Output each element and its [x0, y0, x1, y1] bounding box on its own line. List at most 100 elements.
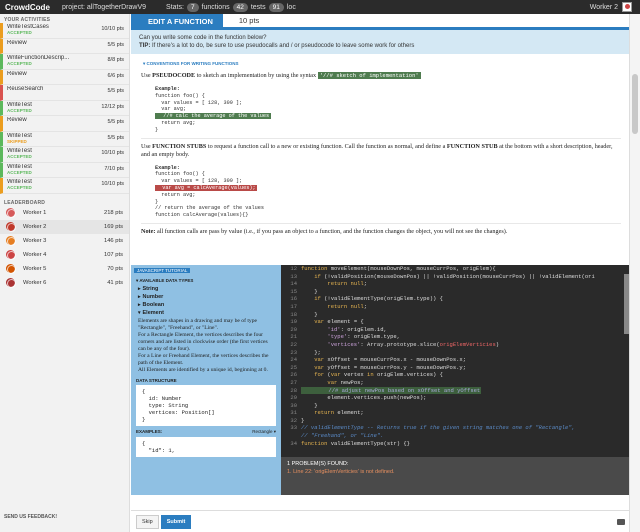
- activity-item[interactable]: WriteTest SKIPPED 5/5 pts: [0, 131, 129, 147]
- task-header: EDIT A FUNCTION 10 pts: [131, 14, 629, 30]
- activity-item[interactable]: WriteTestCases ACCEPTED 10/10 pts: [0, 23, 129, 39]
- conventions-title[interactable]: ▾ CONVENTIONS FOR WRITING FUNCTIONS: [131, 54, 629, 67]
- activity-points: 7/10 pts: [104, 165, 124, 172]
- line-number: 31: [290, 409, 297, 417]
- editor-line: 24 var xOffset = mouseCurrPos.x - mouseD…: [281, 356, 629, 364]
- line-code: // "Freehand", or "Line".: [301, 432, 384, 440]
- leaderboard-row[interactable]: Worker 6 41 pts: [0, 276, 129, 290]
- task-tip: TIP: If there's a lot to do, be sure to …: [139, 42, 621, 50]
- data-type-item[interactable]: ▸ String: [138, 286, 278, 292]
- line-code: return null;: [327, 280, 368, 288]
- element-desc-1: Elements are shapes in a drawing and may…: [138, 318, 257, 331]
- leaderboard-row[interactable]: Worker 4 107 pts: [0, 248, 129, 262]
- line-code: element.vertices.push(newPos);: [301, 394, 427, 402]
- activity-item[interactable]: WriteTest ACCEPTED 7/10 pts: [0, 162, 129, 178]
- functions-count-badge: 7: [186, 2, 199, 12]
- page-scrollbar[interactable]: [629, 14, 640, 532]
- editor-line: 21 'type': origElem.type,: [281, 333, 629, 341]
- activities-title: YOUR ACTIVITIES: [4, 17, 51, 23]
- avatar: [6, 264, 16, 274]
- examples-select[interactable]: Rectangle ▾: [252, 429, 276, 435]
- skip-button[interactable]: Skip: [136, 514, 159, 529]
- editor-scrollbar[interactable]: [624, 274, 629, 334]
- activity-item[interactable]: ReuseSearch 5/5 pts: [0, 85, 129, 101]
- code-line: function foo() {: [155, 92, 205, 99]
- code-line-highlight: var avg = calcAverage(values);: [155, 184, 257, 191]
- editor-line: 15 }: [281, 288, 629, 296]
- app-logo[interactable]: CrowdCode: [0, 3, 62, 12]
- available-types-title: ▾ AVAILABLE DATA TYPES: [136, 278, 194, 283]
- line-code: var element = {: [314, 318, 364, 326]
- line-code: if (!validElementType(origElem.type)) {: [314, 295, 443, 303]
- feedback-link[interactable]: SEND US FEEDBACK!: [4, 514, 57, 520]
- problem-item: 1. Line 22: 'origElemVerticies' is not d…: [287, 469, 395, 475]
- stats-label: Stats:: [166, 3, 184, 11]
- task-description: Can you write some code in the function …: [131, 30, 629, 54]
- submit-button[interactable]: Submit: [160, 514, 192, 529]
- code-line: id: Number: [142, 395, 182, 402]
- js-tutorial-title[interactable]: JAVASCRIPT TUTORIAL: [134, 268, 191, 273]
- activity-item[interactable]: WriteTest ACCEPTED 10/10 pts: [0, 178, 129, 194]
- loc-count-badge: 91: [268, 2, 284, 12]
- leaderboard-row[interactable]: Worker 5 70 pts: [0, 262, 129, 276]
- editor-line: 22 'vertices': Array.prototype.slice(ori…: [281, 341, 629, 349]
- activity-item[interactable]: Review 5/5 pts: [0, 38, 129, 54]
- examples-select-value: Rectangle: [252, 429, 273, 434]
- stubs-paragraph: Use FUNCTION STUBS to request a function…: [141, 143, 621, 159]
- line-number: 26: [290, 371, 297, 379]
- data-type-name: Number: [142, 294, 164, 300]
- avatar: [6, 278, 16, 288]
- activity-item[interactable]: WriteFunctionDescrip... ACCEPTED 8/8 pts: [0, 54, 129, 70]
- scrollbar-thumb[interactable]: [632, 74, 638, 134]
- editor-line: 20 'id': origElem.id,: [281, 326, 629, 334]
- code-line: var values = [ 128, 309 ];: [155, 99, 243, 106]
- line-number: 20: [290, 325, 297, 333]
- data-type-item[interactable]: ▸ Number: [138, 294, 278, 300]
- element-desc-2: For a Rectangle Element, the vertices de…: [138, 332, 268, 352]
- leaderboard-row[interactable]: Worker 2 169 pts: [0, 219, 129, 234]
- activity-item[interactable]: Review 5/5 pts: [0, 116, 129, 132]
- activity-item[interactable]: WriteTest ACCEPTED 10/10 pts: [0, 147, 129, 163]
- data-structure-code: { id: Number type: String vertices: Posi…: [136, 385, 276, 426]
- stubs-bold2: FUNCTION STUB: [446, 142, 498, 150]
- editor-line: 23 };: [281, 349, 629, 357]
- problems-panel: 1 PROBLEM(S) FOUND: 1. Line 22: 'origEle…: [281, 457, 629, 495]
- example-1-label: Example:: [155, 86, 180, 92]
- example-2-label: Example:: [155, 164, 180, 171]
- line-number: 16: [290, 295, 297, 303]
- task-title: EDIT A FUNCTION: [131, 14, 223, 27]
- editor-line: 34 function validElementType(str) {}: [281, 440, 629, 448]
- activity-name: Review: [7, 117, 27, 123]
- line-code: }: [301, 401, 318, 409]
- code-editor[interactable]: 12 function moveElement(mouseDownPos, mou…: [281, 265, 629, 457]
- editor-line: 16 if (!validElementType(origElem.type))…: [281, 295, 629, 303]
- leaderboard-title: LEADERBOARD: [4, 199, 46, 206]
- divider: [141, 137, 621, 139]
- examples-label: EXAMPLES:: [136, 429, 163, 434]
- leaderboard-row[interactable]: Worker 3 146 pts: [0, 234, 129, 248]
- activity-item[interactable]: Review 6/6 pts: [0, 69, 129, 85]
- editor-line: 28 //# adjust newPos based on xOffset an…: [281, 386, 629, 395]
- data-type-name: Element: [142, 310, 164, 316]
- line-number: 25: [290, 363, 297, 371]
- editor-line: 25 var yOffset = mouseCurrPos.y - mouseD…: [281, 364, 629, 372]
- user-menu[interactable]: Worker 2: [590, 2, 632, 12]
- data-type-item[interactable]: ▸ Boolean: [138, 302, 278, 308]
- editor-panel: JAVASCRIPT TUTORIAL ▾ AVAILABLE DATA TYP…: [131, 265, 629, 495]
- line-code: 'vertices': Array.prototype.slice(origEl…: [327, 340, 500, 348]
- js-reference: JAVASCRIPT TUTORIAL ▾ AVAILABLE DATA TYP…: [131, 265, 281, 495]
- line-code: }: [301, 416, 305, 424]
- code-line: var avg = calcAverage(values);: [155, 184, 621, 192]
- leaderboard-row[interactable]: Worker 1 218 pts: [0, 206, 129, 220]
- pseudocode-post: to sketch an implementation by using the…: [196, 72, 317, 79]
- worker-name: Worker 2: [23, 223, 47, 230]
- chat-icon[interactable]: [617, 518, 625, 525]
- code-line-highlight: //# calc the average of the values: [155, 113, 272, 120]
- pseudocode-syntax: '//# sketch of implementation': [317, 72, 421, 79]
- line-number: 33: [290, 424, 297, 432]
- data-type-name: String: [142, 286, 159, 292]
- worker-points: 218 pts: [103, 209, 123, 216]
- chevron-down-icon: ▾: [273, 429, 276, 434]
- activity-item[interactable]: WriteTest ACCEPTED 12/12 pts: [0, 100, 129, 116]
- data-type-item[interactable]: ▾ Element: [138, 310, 278, 316]
